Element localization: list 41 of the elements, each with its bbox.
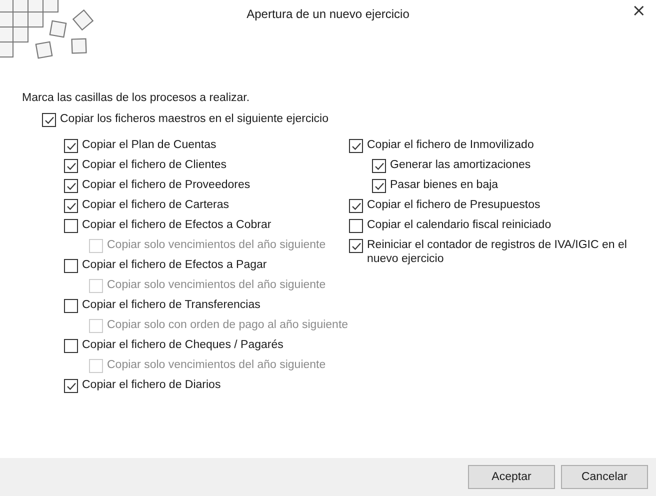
checkbox[interactable] bbox=[64, 219, 78, 233]
checkbox-label: Copiar el fichero de Inmovilizado bbox=[367, 138, 534, 152]
checkbox[interactable] bbox=[349, 139, 363, 153]
dialog-button[interactable]: Aceptar bbox=[468, 465, 555, 489]
checkbox[interactable] bbox=[349, 219, 363, 233]
checkbox-label: Copiar solo vencimientos del año siguiente bbox=[107, 358, 326, 372]
checkbox-label: Generar las amortizaciones bbox=[390, 158, 531, 172]
checkbox[interactable] bbox=[64, 339, 78, 353]
checkbox-label: Copiar el fichero de Carteras bbox=[82, 198, 230, 212]
checkbox-label: Copiar el fichero de Proveedores bbox=[82, 178, 250, 192]
checkbox[interactable] bbox=[349, 239, 363, 253]
checkbox-label: Copiar solo con orden de pago al año siguiente bbox=[107, 318, 348, 332]
checkbox-label: Copiar el fichero de Cheques / Pagarés bbox=[82, 338, 284, 352]
checkbox-label: Copiar el fichero de Presupuestos bbox=[367, 198, 540, 212]
checkbox[interactable] bbox=[349, 199, 363, 213]
close-button[interactable]: × bbox=[626, 0, 652, 22]
checkbox-label: Copiar solo vencimientos del año siguiente bbox=[107, 278, 326, 292]
checkbox[interactable] bbox=[64, 159, 78, 173]
checkbox-label: Copiar el fichero de Clientes bbox=[82, 158, 226, 172]
checkbox-label: Copiar solo vencimientos del año siguiente bbox=[107, 238, 326, 252]
checkbox-label: Copiar el fichero de Efectos a Cobrar bbox=[82, 218, 272, 232]
instruction-text: Marca las casillas de los procesos a realizar. bbox=[22, 92, 251, 104]
checkbox-label: Copiar el Plan de Cuentas bbox=[82, 138, 216, 152]
checkbox-label: Reiniciar el contador de registros de IVA/IGIC en el nuevo ejercicio bbox=[367, 238, 628, 266]
checkbox-label: Copiar el fichero de Efectos a Pagar bbox=[82, 258, 267, 272]
checkbox[interactable] bbox=[64, 299, 78, 313]
checkbox[interactable] bbox=[42, 113, 56, 127]
checkbox[interactable] bbox=[372, 179, 386, 193]
checkbox-label: Pasar bienes en baja bbox=[390, 178, 498, 192]
checkbox[interactable] bbox=[372, 159, 386, 173]
checkbox[interactable] bbox=[64, 259, 78, 273]
checkbox-label: Copiar el calendario fiscal reiniciado bbox=[367, 218, 552, 232]
checkbox-label: Copiar los ficheros maestros en el siguiente ejercicio bbox=[60, 112, 328, 126]
checkbox[interactable] bbox=[64, 379, 78, 393]
checkbox-label: Copiar el fichero de Diarios bbox=[82, 378, 221, 392]
checkbox-label: Copiar el fichero de Transferencias bbox=[82, 298, 260, 312]
checkbox[interactable] bbox=[64, 139, 78, 153]
checkbox[interactable] bbox=[64, 199, 78, 213]
dialog-button[interactable]: Cancelar bbox=[561, 465, 648, 489]
checkbox[interactable] bbox=[64, 179, 78, 193]
window-title: Apertura de un nuevo ejercicio bbox=[246, 7, 410, 23]
